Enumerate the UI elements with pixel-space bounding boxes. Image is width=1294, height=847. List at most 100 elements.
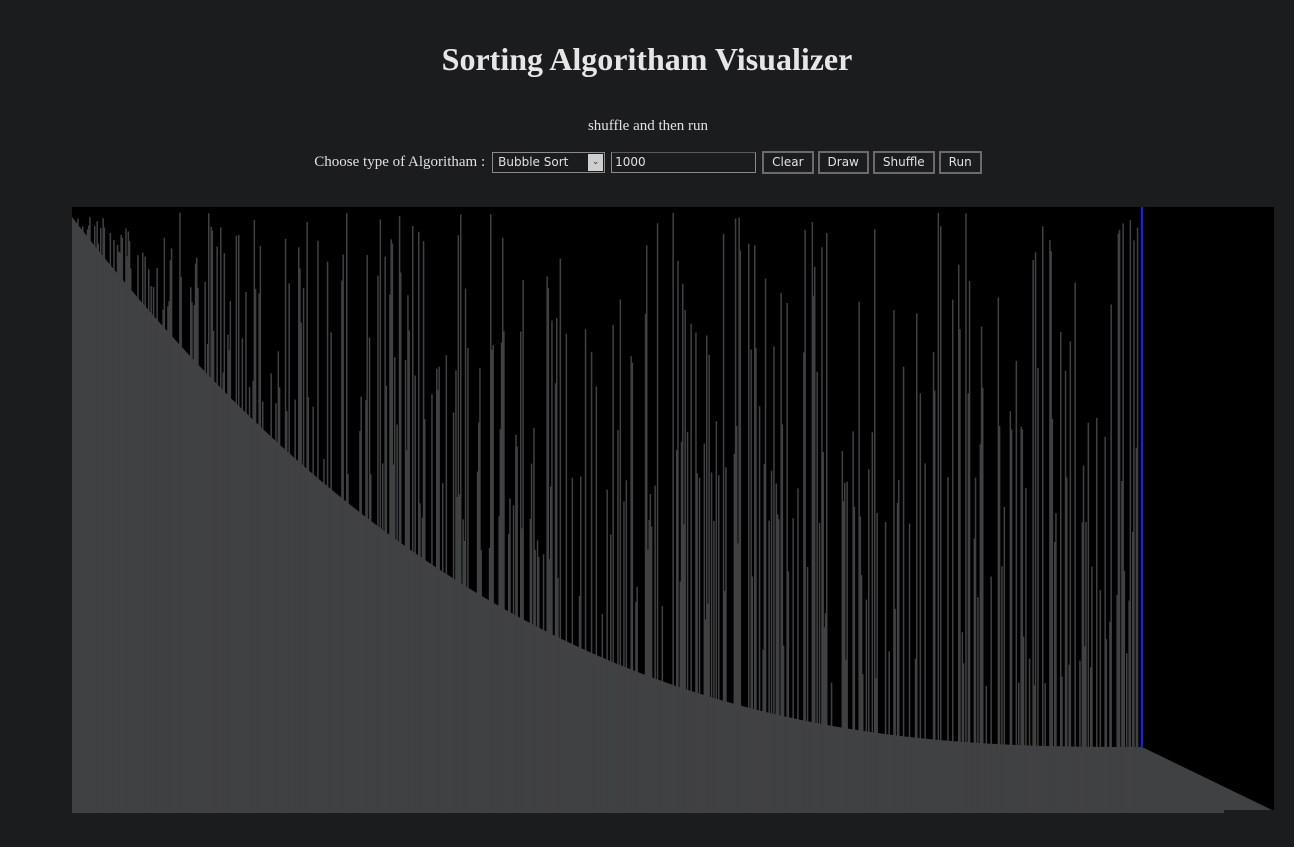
draw-button[interactable]: Draw xyxy=(817,151,869,174)
bar xyxy=(610,534,612,813)
bar xyxy=(288,283,290,813)
bar xyxy=(1034,252,1037,813)
bar xyxy=(1069,341,1072,813)
bar xyxy=(998,426,1001,813)
bar xyxy=(534,550,536,813)
bar xyxy=(382,463,384,813)
bar xyxy=(1028,658,1031,813)
bar xyxy=(1110,304,1112,813)
bar xyxy=(677,260,679,813)
bar xyxy=(710,472,713,813)
bar xyxy=(698,477,701,813)
bar xyxy=(661,606,664,813)
chevron-down-icon[interactable]: ⌄ xyxy=(588,154,604,171)
bar xyxy=(1133,240,1135,813)
bar xyxy=(1123,571,1126,813)
bar xyxy=(1010,429,1013,813)
bar xyxy=(990,576,992,813)
bar xyxy=(1003,506,1006,813)
bar xyxy=(748,243,750,813)
bar xyxy=(238,235,240,813)
bar xyxy=(713,520,715,813)
bar xyxy=(551,320,553,813)
bar xyxy=(509,498,511,813)
bar xyxy=(152,287,155,813)
bar-count-input[interactable]: 1000 xyxy=(611,152,757,173)
bar xyxy=(197,287,199,813)
bar xyxy=(590,351,593,813)
bar xyxy=(868,469,870,813)
bar xyxy=(94,226,96,813)
bar xyxy=(919,393,922,813)
bar xyxy=(826,233,828,813)
bar xyxy=(191,302,193,813)
bar xyxy=(330,332,332,813)
bar xyxy=(342,254,344,813)
bar xyxy=(962,663,965,813)
bar xyxy=(347,474,349,813)
bar xyxy=(360,396,362,813)
bar xyxy=(538,556,540,813)
bar xyxy=(445,355,448,813)
bar xyxy=(82,226,84,813)
bar xyxy=(1126,653,1128,813)
bar xyxy=(601,613,604,813)
instruction-text: shuffle and then run xyxy=(587,118,709,134)
bar xyxy=(1091,566,1093,813)
bar xyxy=(768,520,770,813)
bar xyxy=(100,227,102,813)
bar xyxy=(156,268,158,813)
bar xyxy=(968,281,971,813)
bar xyxy=(623,501,625,813)
bar xyxy=(1061,676,1063,813)
bar xyxy=(894,608,896,813)
bar xyxy=(408,330,410,813)
bar xyxy=(830,682,833,813)
bar xyxy=(965,213,967,813)
bar xyxy=(262,401,264,813)
bar xyxy=(715,421,718,813)
bar xyxy=(419,503,421,813)
bar xyxy=(170,248,173,813)
bar xyxy=(977,597,979,813)
bar xyxy=(464,288,467,813)
page-title: Sorting Algoritham Visualizer xyxy=(441,41,853,77)
bar xyxy=(317,240,319,813)
bar xyxy=(888,651,890,813)
bar xyxy=(248,386,251,813)
bar xyxy=(530,463,533,813)
bar xyxy=(424,419,426,813)
bar xyxy=(871,432,874,813)
bar xyxy=(121,237,124,813)
bar xyxy=(89,217,91,813)
bar xyxy=(571,477,574,813)
bar xyxy=(220,227,222,813)
run-button[interactable]: Run xyxy=(938,151,982,174)
bar xyxy=(751,576,754,813)
bar xyxy=(816,371,818,813)
bar xyxy=(1044,683,1046,813)
clear-button[interactable]: Clear xyxy=(762,151,814,174)
algorithm-select[interactable]: Bubble Sort ⌄ xyxy=(492,152,606,173)
bar xyxy=(739,250,742,813)
bar xyxy=(254,288,257,813)
bar xyxy=(797,488,799,813)
bar xyxy=(617,430,619,813)
bar xyxy=(1136,227,1139,813)
shuffle-button[interactable]: Shuffle xyxy=(872,151,935,174)
bar xyxy=(431,394,433,813)
algorithm-select-value: Bubble Sort xyxy=(498,155,569,169)
bar xyxy=(884,522,887,813)
bar xyxy=(684,310,686,813)
bar xyxy=(229,301,232,813)
algorithm-label: Choose type of Algoritham : xyxy=(314,154,486,170)
bar xyxy=(908,523,911,813)
bar xyxy=(1087,422,1090,813)
bar xyxy=(982,387,984,813)
bar xyxy=(1085,521,1087,813)
bar xyxy=(212,330,215,813)
bar xyxy=(270,373,272,813)
bar xyxy=(636,586,638,813)
bar xyxy=(300,322,302,813)
bar xyxy=(208,213,210,813)
